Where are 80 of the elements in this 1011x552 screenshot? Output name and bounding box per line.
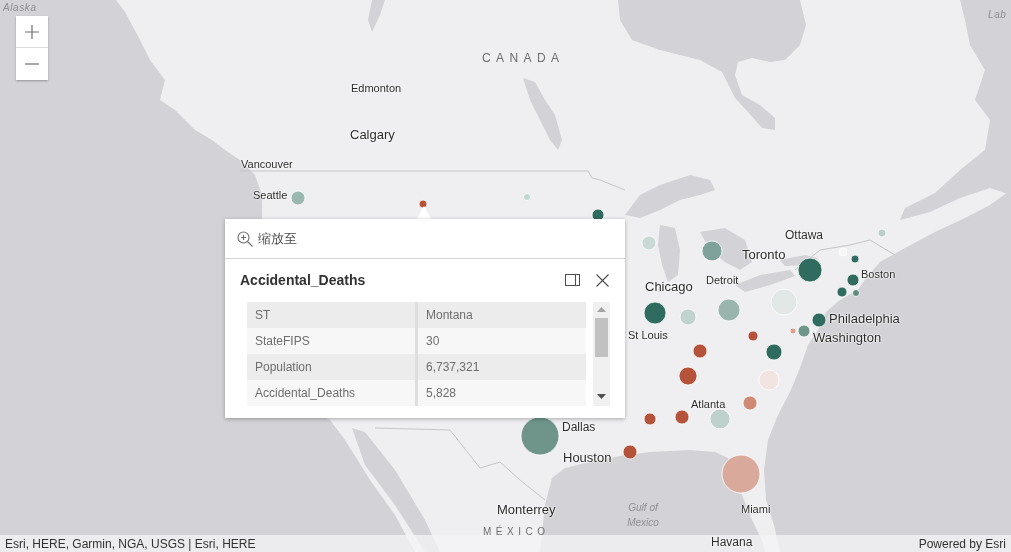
point-marker-icon[interactable] [770, 288, 798, 316]
city-label: Ottawa [785, 228, 823, 243]
city-label: Atlanta [691, 398, 726, 412]
city-label: Toronto [742, 247, 786, 263]
zoom-in-icon [237, 230, 253, 247]
close-icon [595, 273, 609, 287]
point-marker-icon[interactable] [789, 327, 797, 335]
table-cell-text: 6,737,321 [425, 359, 481, 376]
lake [658, 225, 680, 282]
city-label: Philadelphia [829, 311, 900, 327]
point-marker-icon[interactable] [418, 199, 428, 209]
city-label: Miami [741, 503, 771, 517]
point-marker-icon[interactable] [678, 366, 698, 386]
city-label: Houston [563, 450, 612, 466]
table-cell: Accidental_Deaths [247, 380, 418, 406]
dock-icon [564, 274, 580, 286]
point-marker-icon[interactable] [622, 444, 638, 460]
table-cell-text: 30 [425, 333, 441, 350]
city-label: Detroit [706, 274, 739, 288]
city-label: Vancouver [241, 158, 293, 172]
lake [368, 0, 385, 32]
point-marker-icon[interactable] [641, 235, 657, 251]
powered-by-link[interactable]: Powered by Esri [918, 534, 1006, 552]
dock-button[interactable] [563, 271, 581, 289]
point-marker-icon[interactable] [591, 208, 605, 222]
city-label: Chicago [645, 279, 693, 295]
city-label: Edmonton [351, 82, 402, 96]
point-marker-icon[interactable] [520, 416, 560, 456]
city-label: Dallas [562, 420, 596, 435]
point-marker-icon[interactable] [836, 286, 848, 298]
point-marker-icon[interactable] [742, 395, 758, 411]
attribution-text: Esri, HERE, Garmin, NGA, USGS | Esri, HERE [5, 535, 256, 552]
table-cell-text: 5,828 [425, 385, 458, 402]
point-marker-icon[interactable] [758, 369, 780, 391]
point-marker-icon[interactable] [717, 298, 741, 322]
scroll-up-icon [597, 307, 606, 312]
point-marker-icon[interactable] [679, 308, 697, 326]
scroll-down-icon [597, 394, 606, 399]
plus-icon [25, 24, 39, 39]
point-marker-icon[interactable] [643, 412, 657, 426]
point-marker-icon[interactable] [850, 254, 860, 264]
zoom-to-button[interactable]: 缩放至 [235, 226, 299, 251]
scrollbar-thumb[interactable] [595, 318, 608, 357]
point-marker-icon[interactable] [674, 409, 690, 425]
scrollbar[interactable] [593, 302, 610, 406]
point-marker-icon[interactable] [701, 240, 723, 262]
city-label: Boston [861, 268, 896, 282]
city-label: Calgary [350, 127, 395, 143]
lake [523, 78, 562, 150]
point-marker-icon[interactable] [797, 257, 823, 283]
region-label: Alaska [3, 2, 37, 14]
point-marker-icon[interactable] [811, 312, 827, 328]
country-label: MÉXICO [483, 526, 550, 538]
point-marker-icon[interactable] [838, 247, 848, 257]
point-marker-icon[interactable] [721, 454, 761, 494]
minus-icon [25, 63, 39, 65]
point-marker-icon[interactable] [846, 273, 860, 287]
point-marker-icon[interactable] [877, 228, 887, 238]
table-cell-text: Montana [425, 307, 474, 324]
zoom-in-button[interactable] [16, 16, 48, 48]
point-marker-icon[interactable] [643, 301, 667, 325]
point-marker-icon[interactable] [290, 190, 306, 206]
point-marker-icon[interactable] [709, 408, 731, 430]
point-marker-icon[interactable] [523, 193, 531, 201]
region-label: Lab [988, 9, 1007, 21]
point-marker-icon[interactable] [747, 330, 759, 342]
city-label: Havana [711, 535, 753, 550]
city-label: Seattle [253, 189, 288, 203]
point-marker-icon[interactable] [692, 343, 708, 359]
city-label: Washington [813, 330, 882, 346]
point-marker-icon[interactable] [765, 343, 783, 361]
popup-title: Accidental_Deaths [240, 270, 366, 290]
country-label: CANADA [482, 51, 565, 66]
city-label: St Louis [628, 329, 668, 343]
water-label: Gulf of Mexico [626, 501, 660, 530]
point-marker-icon[interactable] [852, 289, 860, 297]
zoom-out-button[interactable] [16, 48, 48, 80]
point-marker-icon[interactable] [797, 324, 811, 338]
city-label: Monterrey [497, 502, 556, 518]
close-button[interactable] [593, 271, 611, 289]
